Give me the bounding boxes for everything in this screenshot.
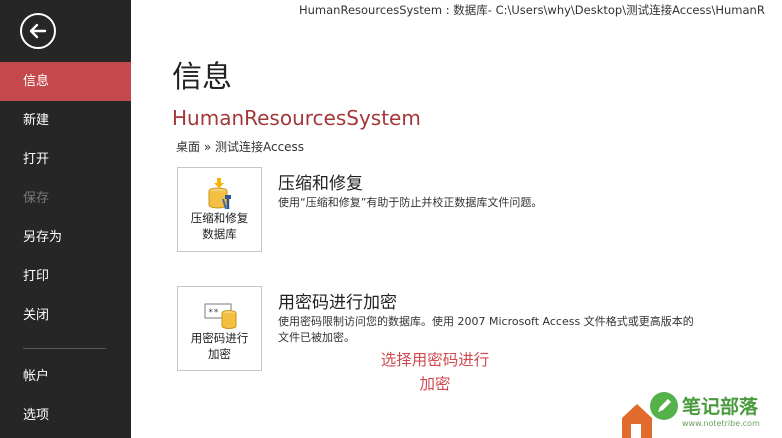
pencil-icon [658,399,671,412]
sidebar-item-info[interactable]: 信息 [0,62,131,101]
back-button[interactable] [20,13,56,49]
svg-text:**: ** [208,308,219,318]
sidebar-divider [23,348,106,349]
sidebar-item-new[interactable]: 新建 [0,101,131,140]
encrypt-heading: 用密码进行加密 [278,293,397,313]
encrypt-with-password-button[interactable]: ** 用密码进行 加密 [177,286,262,371]
compact-repair-description: 使用“压缩和修复”有助于防止并校正数据库文件问题。 [278,196,543,209]
database-repair-icon [208,178,231,210]
database-lock-icon: ** [204,303,237,329]
sidebar-item-options[interactable]: 选项 [0,396,131,435]
tile-label-line1: 压缩和修复 [190,211,249,225]
page-title: 信息 [172,60,232,95]
sidebar-item-save: 保存 [23,191,50,206]
breadcrumb: 桌面 » 测试连接Access [176,140,305,154]
sidebar-item-open[interactable]: 打开 [0,140,131,179]
annotation-line2: 加密 [419,375,451,393]
house-logo-icon [622,404,652,438]
watermark: 笔记部落 www.notetribe.com [620,388,782,438]
compact-repair-button[interactable]: 压缩和修复 数据库 [177,167,262,252]
sidebar-item-save-as[interactable]: 另存为 [0,218,131,257]
watermark-badge [650,392,678,420]
database-name: HumanResourcesSystem [172,106,421,130]
sidebar-item-close[interactable]: 关闭 [0,296,131,335]
encrypt-description-line1: 使用密码限制访问您的数据库。使用 2007 Microsoft Access 文… [278,315,694,328]
back-arrow-icon [29,23,47,39]
watermark-text: 笔记部落 [682,396,759,418]
sidebar-item-account[interactable]: 帐户 [0,357,131,396]
encrypt-description-line2: 文件已被加密。 [278,331,355,344]
annotation-line1: 选择用密码进行 [380,351,490,369]
annotation-text: 选择用密码进行 加密 [370,348,500,396]
tile-label-line1: 用密码进行 [190,331,249,345]
backstage-sidebar: 信息 新建 打开 保存 另存为 打印 关闭 帐户 选项 [0,0,131,438]
tile-label-line2: 加密 [208,347,231,361]
tile-label-line2: 数据库 [202,227,237,241]
watermark-url: www.notetribe.com [682,419,760,428]
window-title: HumanResourcesSystem : 数据库- C:\Users\why… [299,3,765,17]
sidebar-item-print[interactable]: 打印 [0,257,131,296]
compact-repair-heading: 压缩和修复 [278,174,363,194]
